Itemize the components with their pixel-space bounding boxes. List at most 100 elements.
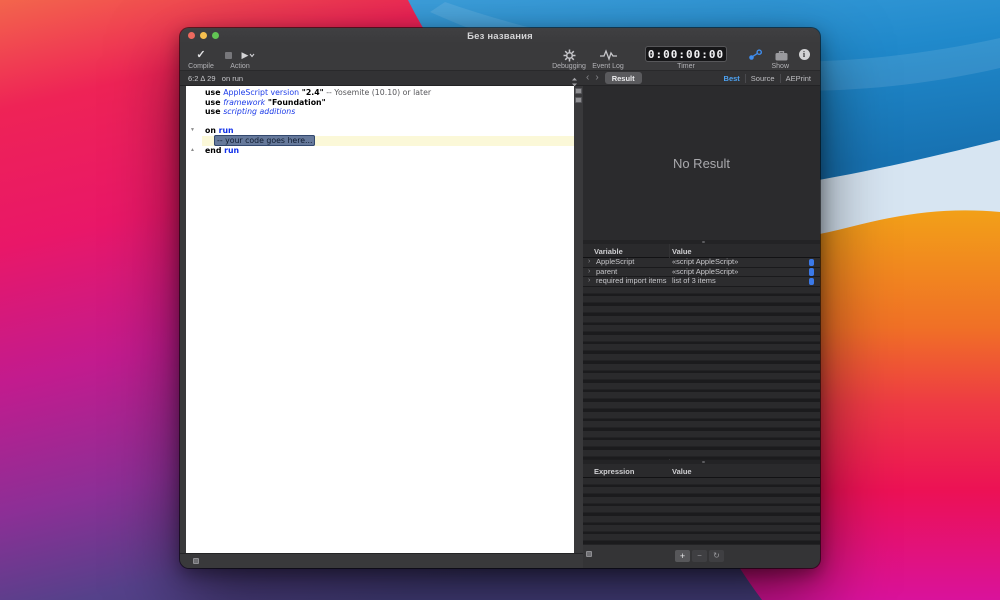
no-result-text: No Result — [673, 156, 730, 171]
empty-table-row — [583, 287, 820, 297]
editor-gutter: ▼▲ — [186, 86, 202, 553]
briefcase-icon[interactable] — [775, 50, 788, 61]
expressions-footer: + − ↻ — [583, 544, 820, 568]
expressions-table-header: Expression Value — [583, 464, 820, 478]
history-back-icon[interactable]: ‹ — [583, 74, 592, 82]
status-row: 6:2 ∆ 29 on run ‹ › Result BestSourceAEP… — [180, 70, 820, 86]
variables-table-header: Variable Value — [583, 244, 820, 258]
timer-display: 0:00:00:00 — [645, 46, 727, 62]
empty-table-row — [583, 402, 820, 412]
compile-icon[interactable]: ✓ — [196, 49, 205, 61]
code-token: -- Yosemite (10.10) or later — [324, 88, 431, 97]
minimize-button[interactable] — [200, 32, 207, 39]
empty-table-row — [583, 316, 820, 326]
value-detail-button[interactable] — [809, 278, 814, 286]
variable-name: required import items — [596, 277, 666, 286]
empty-table-row — [583, 487, 820, 496]
code-line[interactable]: end run — [186, 146, 574, 156]
empty-table-row — [583, 344, 820, 354]
disclosure-icon[interactable]: › — [588, 268, 590, 277]
debugging-label: Debugging — [552, 63, 586, 70]
result-pane: No Result Variable Value ›AppleScript«sc… — [583, 86, 820, 568]
scrollbar-mark-icon[interactable] — [575, 97, 582, 103]
title-bar[interactable]: Без названия — [180, 28, 820, 44]
variables-col-value[interactable]: Value — [672, 247, 692, 256]
code-token: "2.4" — [299, 88, 324, 97]
code-line[interactable]: -- your code goes here... — [202, 136, 574, 146]
debugging-gear-icon[interactable] — [563, 49, 576, 62]
show-variables-icon[interactable] — [748, 49, 763, 61]
stop-icon[interactable] — [225, 52, 232, 59]
empty-table-row — [583, 296, 820, 306]
history-forward-icon[interactable]: › — [592, 74, 601, 82]
code-line[interactable]: use framework "Foundation" — [186, 98, 574, 108]
empty-table-row — [583, 335, 820, 345]
code-token: "Foundation" — [265, 98, 325, 107]
code-lines: use AppleScript version "2.4" -- Yosemit… — [186, 88, 574, 155]
code-token: use — [205, 107, 223, 116]
empty-table-row — [583, 478, 820, 487]
empty-table-row — [583, 364, 820, 374]
empty-table-row — [583, 373, 820, 383]
variable-value: «script AppleScript» — [672, 268, 738, 277]
editor-status-bar: 6:2 ∆ 29 on run — [180, 71, 583, 85]
code-line[interactable] — [186, 117, 574, 127]
disclosure-icon[interactable]: › — [588, 277, 590, 286]
empty-table-row — [583, 450, 820, 460]
variables-col-variable[interactable]: Variable — [594, 247, 623, 256]
value-detail-button[interactable] — [809, 268, 814, 276]
variable-value: list of 3 items — [672, 277, 716, 286]
code-token: end — [205, 146, 224, 155]
refresh-expressions-button[interactable]: ↻ — [709, 550, 724, 562]
empty-table-row — [583, 506, 820, 515]
variables-table-rows: ›AppleScript«script AppleScript»›parent«… — [583, 258, 820, 459]
compile-label: Compile — [188, 63, 214, 70]
editor-scrollbar[interactable] — [574, 86, 583, 553]
result-mode-switch: BestSourceAEPrint — [719, 71, 816, 85]
event-log-waveform-icon[interactable] — [600, 49, 617, 61]
code-token: use — [205, 88, 223, 97]
show-label: Show — [771, 63, 789, 70]
mode-aeprint[interactable]: AEPrint — [780, 74, 816, 83]
event-log-label: Event Log — [592, 63, 624, 70]
info-icon[interactable]: i — [799, 49, 810, 60]
split-editor-icon[interactable] — [193, 558, 199, 564]
script-debugger-window: Без названия ✓ Compile ▶ Action Debuggin… — [180, 28, 820, 568]
pane-resize-icon[interactable] — [586, 551, 592, 557]
code-token: framework — [223, 98, 265, 107]
variable-value: «script AppleScript» — [672, 258, 738, 267]
mode-best[interactable]: Best — [719, 74, 745, 83]
code-editor[interactable]: ▼▲ use AppleScript version "2.4" -- Yose… — [186, 86, 574, 553]
scrollbar-mark-icon[interactable] — [575, 88, 582, 94]
disclosure-icon[interactable]: › — [588, 258, 590, 267]
play-icon: ▶ — [242, 50, 249, 60]
code-line[interactable]: use scripting additions — [186, 107, 574, 117]
empty-table-row — [583, 431, 820, 441]
empty-table-row — [583, 306, 820, 316]
code-token: AppleScript version — [223, 88, 299, 97]
chevron-down-icon — [249, 53, 255, 58]
result-bar: ‹ › Result BestSourceAEPrint — [583, 71, 820, 85]
table-row[interactable]: › required import items list of 3 items — [583, 277, 820, 287]
remove-expression-button[interactable]: − — [692, 550, 707, 562]
code-token: use — [205, 98, 223, 107]
expressions-col-value[interactable]: Value — [672, 467, 692, 476]
expressions-col-expression[interactable]: Expression — [594, 467, 634, 476]
run-button[interactable]: ▶ — [242, 50, 256, 60]
action-label: Action — [230, 63, 249, 70]
tab-result[interactable]: Result — [605, 72, 642, 84]
close-button[interactable] — [188, 32, 195, 39]
selected-text: -- your code goes here... — [214, 135, 315, 146]
add-expression-button[interactable]: + — [675, 550, 690, 562]
code-line[interactable]: use AppleScript version "2.4" -- Yosemit… — [186, 88, 574, 98]
caret-position: 6:2 ∆ 29 on run — [188, 74, 243, 83]
code-token: run — [224, 146, 239, 155]
window-title: Без названия — [180, 31, 820, 42]
empty-table-row — [583, 497, 820, 506]
zoom-button[interactable] — [212, 32, 219, 39]
value-detail-button[interactable] — [809, 259, 814, 267]
empty-table-row — [583, 383, 820, 393]
empty-table-row — [583, 392, 820, 402]
mode-source[interactable]: Source — [745, 74, 780, 83]
editor-bottom-bar — [180, 553, 583, 568]
